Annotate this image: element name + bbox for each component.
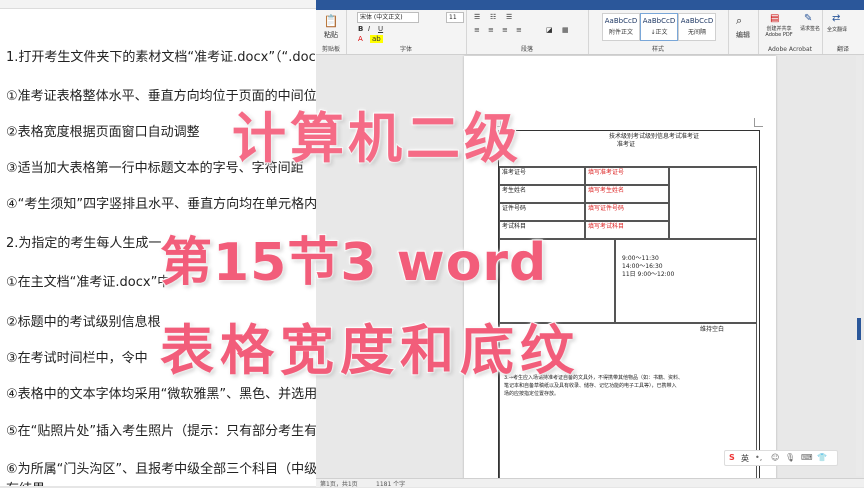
overlay-title-line1: 计算机二级	[231, 106, 522, 171]
style-sample: AaBbCcD	[642, 17, 676, 25]
table-cell-label[interactable]: 证件号码	[499, 203, 585, 221]
pdf-icon: ▤	[770, 13, 780, 24]
instruction-line: ②标题中的考试级别信息根	[6, 315, 161, 330]
signature-icon: ✎	[804, 13, 813, 24]
exam-time-cell[interactable]: 9:00～11:30 14:00～16:30 11日 9:00～12:00	[615, 239, 757, 323]
table-cell-value[interactable]: 填写证件号码	[585, 203, 669, 221]
instruction-line: ③在考试时间栏中，令中	[6, 351, 148, 366]
overlay-title-line3: 表格宽度和底纹	[159, 318, 580, 383]
photo-cell[interactable]	[669, 167, 757, 239]
exam-time-line: 11日 9:00～12:00	[622, 271, 675, 278]
skin-icon[interactable]: 👕	[817, 453, 827, 462]
instruction-line: 存结果	[6, 478, 45, 486]
style-name: 附件正文	[608, 29, 633, 36]
styles-group: AaBbCcD 附件正文 AaBbCcD ↓正文 AaBbCcD 无间隔 样式	[588, 10, 729, 54]
paragraph-group-label: 段落	[520, 46, 533, 53]
translate-group-label: 翻译	[836, 46, 849, 53]
sogou-icon: S	[729, 453, 735, 462]
style-sample: AaBbCcD	[680, 17, 714, 25]
page-count: 第1页，共1页	[320, 481, 358, 488]
microphone-icon[interactable]: 🎙	[785, 453, 795, 462]
find-icon[interactable]: ⌕	[736, 14, 742, 28]
italic-button[interactable]: I	[368, 25, 370, 33]
request-signature-button[interactable]: 请求签名	[800, 26, 820, 32]
instruction-line: ①在主文档“准考证.docx”中	[6, 275, 171, 290]
instruction-line: ②表格宽度根据页面窗口自动调整	[6, 125, 200, 140]
shading-icon[interactable]: ◪	[546, 26, 553, 34]
style-no-spacing[interactable]: AaBbCcD 无间隔	[678, 13, 716, 41]
instruction-line: ⑤在“贴照片处”插入考生照片（提示：只有部分考生有	[6, 424, 317, 439]
borders-icon[interactable]: ▦	[562, 26, 569, 34]
instruction-line: 1.打开考生文件夹下的素材文档“准考证.docx”（“.docx	[6, 50, 317, 65]
adobe-group-label: Adobe Acrobat	[767, 46, 813, 53]
styles-group-label: 样式	[651, 46, 664, 53]
ribbon: 📋 粘贴 剪贴板 宋体 (中文正文) 11 B I U A ab 字体 ☰ ☷ …	[316, 10, 864, 55]
align-left-icon[interactable]: ≡	[474, 26, 480, 34]
style-name: 无间隔	[687, 29, 706, 36]
table-title: 技术级别考试级别信息考试准考证	[609, 133, 700, 140]
scrollbar-thumb[interactable]	[857, 318, 861, 340]
align-right-icon[interactable]: ≡	[502, 26, 508, 34]
word-count: 1181 个字	[376, 481, 406, 488]
table-cell-value[interactable]: 填写考试科目	[585, 221, 669, 239]
highlight-button[interactable]: ab	[370, 35, 383, 43]
font-name-box[interactable]: 宋体 (中文正文)	[357, 12, 419, 23]
multilevel-list-icon[interactable]: ☰	[506, 13, 512, 21]
numbering-icon[interactable]: ☷	[490, 13, 496, 21]
create-share-pdf-button[interactable]: 创建并共享 Adobe PDF	[760, 26, 798, 38]
translate-group: ⇄ 全文翻译 翻译	[822, 10, 864, 54]
editing-group: ⌕ 编辑	[728, 10, 759, 54]
vertical-scrollbar[interactable]	[856, 56, 862, 476]
style-zhengwen[interactable]: AaBbCcD ↓正文	[640, 13, 678, 41]
instruction-line: ⑥为所属“门头沟区”、且报考中级全部三个科目（中级	[6, 462, 317, 477]
justify-icon[interactable]: ≡	[516, 26, 522, 34]
table-cell-label[interactable]: 考生姓名	[499, 185, 585, 203]
notice-line: 维持空白	[700, 326, 725, 333]
clipboard-group: 📋 粘贴 剪贴板	[316, 10, 347, 54]
ime-toolbar[interactable]: S 英 •, ☺ 🎙 ⌨ 👕	[724, 450, 838, 466]
editing-button[interactable]: 编辑	[730, 30, 756, 40]
exam-time-line: 14:00～16:30	[622, 263, 663, 270]
instruction-line: ④表格中的文本字体均采用“微软雅黑”、黑色、并选用	[6, 387, 317, 402]
ime-language-label: 英	[741, 454, 749, 463]
keyboard-icon[interactable]: ⌨	[801, 453, 813, 462]
exam-time-line: 9:00～11:30	[622, 255, 659, 262]
document-ruler	[0, 0, 316, 9]
font-color-button[interactable]: A	[358, 35, 363, 43]
bold-button[interactable]: B	[358, 25, 363, 33]
paste-button[interactable]: 粘贴	[318, 30, 344, 40]
notice-line: 场的应按指定位置存放。	[504, 391, 560, 397]
font-group: 宋体 (中文正文) 11 B I U A ab 字体	[346, 10, 467, 54]
emoji-icon[interactable]: ☺	[771, 453, 779, 462]
translate-icon: ⇄	[832, 13, 841, 24]
style-fujian-zhengwen[interactable]: AaBbCcD 附件正文	[602, 13, 640, 41]
style-name: ↓正文	[650, 29, 668, 36]
ribbon-tabs-bar	[316, 0, 864, 10]
align-center-icon[interactable]: ≡	[488, 26, 494, 34]
full-text-translate-button[interactable]: 全文翻译	[826, 27, 848, 33]
table-cell-value[interactable]: 填写准考证号	[585, 167, 669, 185]
font-size-box[interactable]: 11	[446, 12, 464, 23]
font-group-label: 字体	[399, 46, 412, 53]
instruction-line: ④“考生须知”四字竖排且水平、垂直方向均在单元格内	[6, 197, 317, 212]
punctuation-icon[interactable]: •,	[755, 453, 762, 462]
bullets-icon[interactable]: ☰	[474, 13, 480, 21]
paragraph-group: ☰ ☷ ☰ ≡ ≡ ≡ ≡ ◪ ▦ 段落	[466, 10, 589, 54]
underline-button[interactable]: U	[378, 25, 383, 33]
style-sample: AaBbCcD	[604, 17, 638, 25]
adobe-acrobat-group: 创建并共享 Adobe PDF 请求签名 ▤ ✎ Adobe Acrobat	[758, 10, 823, 54]
instruction-line: 2.为指定的考生每人生成一	[6, 236, 162, 251]
table-subtitle: 准考证	[617, 141, 636, 148]
clipboard-group-label: 剪贴板	[321, 46, 340, 53]
table-header-cell[interactable]: 技术级别考试级别信息考试准考证 准考证	[499, 131, 757, 167]
paste-icon[interactable]: 📋	[320, 14, 342, 28]
table-cell-value[interactable]: 填写考生姓名	[585, 185, 669, 203]
overlay-title-line2: 第15节3 word	[159, 232, 548, 294]
margin-marker	[754, 118, 763, 127]
